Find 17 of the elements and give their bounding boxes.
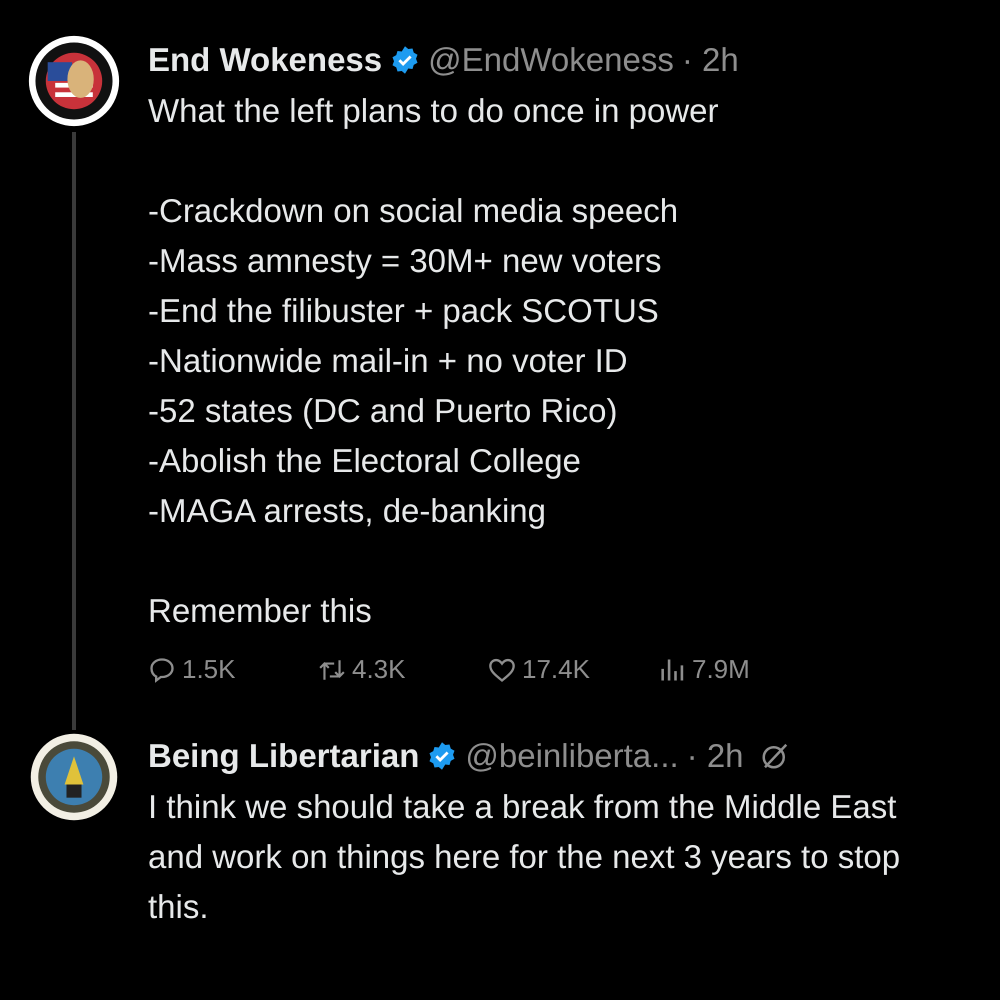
views-count[interactable]: 7.9M (658, 654, 828, 685)
post-text: I think we should take a break from the Middle East and work on things here for the next 3 years to stop this. (148, 787, 902, 927)
post-text: What the left plans to do once in power (148, 91, 720, 131)
avatar[interactable] (27, 34, 121, 128)
post-time: · 2h (682, 41, 739, 79)
author-handle[interactable]: @beinliberta... (465, 737, 679, 775)
post-text: -Crackdown on social media speech -Mass amnesty = 30M+ new voters -End the filibuster + pack SCOTUS -Nationwide mail-in + no voter ID -52 states (DC and Puerto Rico) -Abolish the Electoral College -MAGA arrests, de-banking (148, 191, 680, 531)
like-count[interactable]: 17.4K (488, 654, 658, 685)
author-name[interactable]: End Wokeness (148, 41, 382, 79)
author-handle[interactable]: @EndWokeness (428, 41, 674, 79)
post-text: Remember this (148, 591, 373, 631)
post-time: · 2h (686, 737, 744, 775)
slashed-circle-icon[interactable] (760, 741, 790, 771)
author-name[interactable]: Being Libertarian (148, 737, 420, 775)
repost-count[interactable]: 4.3K (318, 654, 488, 685)
reply-count[interactable]: 1.5K (148, 654, 318, 685)
reply-icon[interactable] (148, 656, 176, 684)
